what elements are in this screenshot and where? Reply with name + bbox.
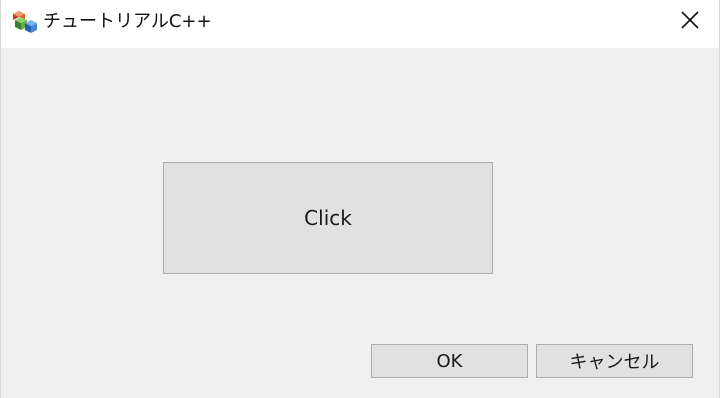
cancel-button-label: キャンセル: [569, 352, 660, 373]
cancel-button[interactable]: キャンセル: [536, 344, 693, 378]
window-title: チュートリアルC++: [43, 11, 212, 32]
click-button-label: Click: [304, 206, 352, 230]
close-button[interactable]: [661, 0, 719, 44]
title-bar[interactable]: チュートリアルC++: [1, 0, 719, 48]
ok-button-label: OK: [436, 350, 463, 372]
ok-button[interactable]: OK: [371, 344, 528, 378]
dialog-client-area: Click OK キャンセル: [1, 48, 719, 398]
app-icon: [11, 9, 37, 35]
close-icon: [680, 10, 700, 34]
dialog-window: チュートリアルC++ Click OK キャンセル: [0, 0, 720, 398]
click-button[interactable]: Click: [163, 162, 493, 274]
